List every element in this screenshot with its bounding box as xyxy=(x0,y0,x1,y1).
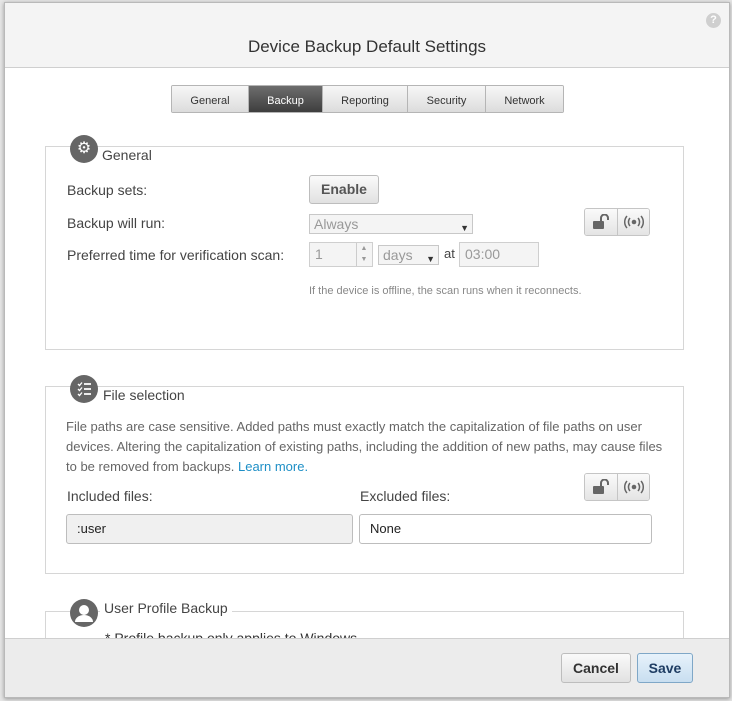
file-lock-group xyxy=(584,473,650,501)
user-icon xyxy=(70,599,98,627)
dialog-title: Device Backup Default Settings xyxy=(247,37,487,56)
stepper-down-icon[interactable]: ▼ xyxy=(357,254,371,265)
profile-note: * Profile backup only applies to Windows xyxy=(105,630,358,638)
stepper-up-icon[interactable]: ▲ xyxy=(357,243,371,254)
backup-run-label: Backup will run: xyxy=(67,215,166,231)
verification-number-value: 1 xyxy=(315,246,323,262)
unlock-icon xyxy=(593,214,609,229)
cancel-button[interactable]: Cancel xyxy=(561,653,631,683)
dropdown-arrow-icon: ▼ xyxy=(460,223,469,233)
general-section-title: General xyxy=(98,147,156,163)
broadcast-button[interactable] xyxy=(617,209,649,235)
verification-time-input[interactable]: 03:00 xyxy=(459,242,539,267)
excluded-files-field[interactable]: None xyxy=(359,514,652,544)
dropdown-arrow-icon: ▼ xyxy=(426,254,435,264)
offline-hint: If the device is offline, the scan runs … xyxy=(309,285,582,297)
enable-button[interactable]: Enable xyxy=(309,175,379,204)
broadcast-icon xyxy=(623,480,644,494)
user-profile-title: User Profile Backup xyxy=(100,600,232,616)
learn-more-link[interactable]: Learn more. xyxy=(238,459,308,474)
verification-number-stepper[interactable]: 1 ▲ ▼ xyxy=(309,242,373,267)
settings-dialog: ? Device Backup Default Settings General… xyxy=(4,2,730,698)
checklist-icon xyxy=(70,375,98,403)
description-text: File paths are case sensitive. Added pat… xyxy=(66,419,663,474)
gear-icon: ⚙ xyxy=(70,135,98,163)
at-label: at xyxy=(444,246,455,261)
verification-unit-value: days xyxy=(383,247,413,263)
dialog-footer: Cancel Save xyxy=(5,638,729,697)
unlock-icon xyxy=(593,479,609,494)
included-files-field[interactable]: :user xyxy=(66,514,353,544)
broadcast-icon xyxy=(623,215,644,229)
backup-run-select[interactable]: Always ▼ xyxy=(309,214,473,234)
help-icon[interactable]: ? xyxy=(706,13,721,28)
settings-content: ⚙ General Backup sets: Enable Backup wil… xyxy=(5,68,729,638)
file-selection-description: File paths are case sensitive. Added pat… xyxy=(66,417,666,477)
general-lock-group xyxy=(584,208,650,236)
unlock-button[interactable] xyxy=(585,209,617,235)
verification-unit-select[interactable]: days ▼ xyxy=(378,245,439,265)
verification-label: Preferred time for verification scan: xyxy=(67,247,285,263)
file-selection-title: File selection xyxy=(99,387,189,403)
backup-sets-label: Backup sets: xyxy=(67,182,148,198)
unlock-button[interactable] xyxy=(585,474,617,500)
excluded-files-label: Excluded files: xyxy=(360,488,451,504)
dialog-header: ? Device Backup Default Settings xyxy=(5,3,729,68)
save-button[interactable]: Save xyxy=(637,653,693,683)
backup-run-value: Always xyxy=(314,216,359,232)
broadcast-button[interactable] xyxy=(617,474,649,500)
included-files-label: Included files: xyxy=(67,488,153,504)
